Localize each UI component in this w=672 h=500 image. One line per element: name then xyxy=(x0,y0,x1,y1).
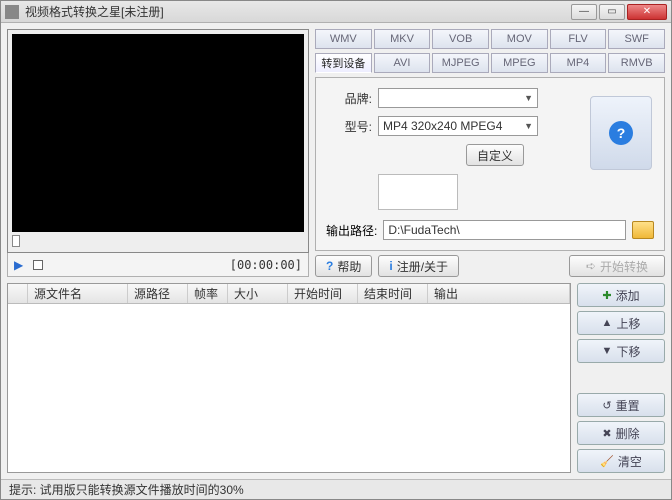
titlebar: 视频格式转换之星[未注册] — ▭ ✕ xyxy=(1,1,671,23)
close-button[interactable]: ✕ xyxy=(627,4,667,20)
video-preview xyxy=(12,34,304,232)
th-output[interactable]: 输出 xyxy=(428,284,570,303)
arrow-down-icon: ▼ xyxy=(602,345,613,357)
output-row: 输出路径: D:\FudaTech\ xyxy=(326,220,654,240)
tab-wmv[interactable]: WMV xyxy=(315,29,372,49)
play-icon[interactable]: ▶ xyxy=(14,258,23,272)
reset-button[interactable]: ↺重置 xyxy=(577,393,665,417)
table-body[interactable] xyxy=(8,304,570,472)
th-end[interactable]: 结束时间 xyxy=(358,284,428,303)
tab-vob[interactable]: VOB xyxy=(432,29,489,49)
th-filename[interactable]: 源文件名 xyxy=(28,284,128,303)
tab-mp4[interactable]: MP4 xyxy=(550,53,607,73)
preview-thumb-box xyxy=(378,174,458,210)
model-value: MP4 320x240 MPEG4 xyxy=(383,119,502,133)
delete-button[interactable]: ✖删除 xyxy=(577,421,665,445)
help-badge-icon: ? xyxy=(609,121,633,145)
maximize-button[interactable]: ▭ xyxy=(599,4,625,20)
tab-mpeg[interactable]: MPEG xyxy=(491,53,548,73)
table-header: 源文件名 源路径 帧率 大小 开始时间 结束时间 输出 xyxy=(8,284,570,304)
th-start[interactable]: 开始时间 xyxy=(288,284,358,303)
register-button[interactable]: i 注册/关于 xyxy=(378,255,459,277)
th-fps[interactable]: 帧率 xyxy=(188,284,228,303)
th-size[interactable]: 大小 xyxy=(228,284,288,303)
folder-icon[interactable] xyxy=(632,221,654,239)
help-icon: ? xyxy=(326,259,333,273)
upper-pane: ▶ [00:00:00] WMV MKV VOB MOV FLV SWF 转到设… xyxy=(7,29,665,277)
brand-label: 品牌: xyxy=(326,90,372,107)
play-bar: ▶ [00:00:00] xyxy=(7,253,309,277)
info-icon: i xyxy=(389,259,392,273)
status-text: 提示: 试用版只能转换源文件播放时间的30% xyxy=(9,481,244,498)
window-title: 视频格式转换之星[未注册] xyxy=(25,3,571,20)
action-row: ? 帮助 i 注册/关于 ➪ 开始转换 xyxy=(315,255,665,277)
output-label: 输出路径: xyxy=(326,222,377,239)
settings-pane: WMV MKV VOB MOV FLV SWF 转到设备 AVI MJPEG M… xyxy=(315,29,665,277)
start-convert-button[interactable]: ➪ 开始转换 xyxy=(569,255,665,277)
app-icon xyxy=(5,5,19,19)
tab-mjpeg[interactable]: MJPEG xyxy=(432,53,489,73)
clear-icon: 🧹 xyxy=(600,455,614,468)
format-tabs-row2: 转到设备 AVI MJPEG MPEG MP4 RMVB xyxy=(315,53,665,73)
plus-icon: ✚ xyxy=(602,289,611,302)
brand-combo[interactable]: ▼ xyxy=(378,88,538,108)
add-button[interactable]: ✚添加 xyxy=(577,283,665,307)
tab-rmvb[interactable]: RMVB xyxy=(608,53,665,73)
minimize-button[interactable]: — xyxy=(571,4,597,20)
model-combo[interactable]: MP4 320x240 MPEG4 ▼ xyxy=(378,116,538,136)
custom-button[interactable]: 自定义 xyxy=(466,144,524,166)
tab-to-device[interactable]: 转到设备 xyxy=(315,53,372,73)
video-box xyxy=(7,29,309,253)
move-down-button[interactable]: ▼下移 xyxy=(577,339,665,363)
preview-pane: ▶ [00:00:00] xyxy=(7,29,309,277)
reset-icon: ↺ xyxy=(602,399,611,412)
settings-panel: ? 品牌: ▼ 型号: MP4 320x240 MPEG4 ▼ xyxy=(315,77,665,251)
chevron-down-icon: ▼ xyxy=(524,93,533,103)
th-srcpath[interactable]: 源路径 xyxy=(128,284,188,303)
seek-slider[interactable] xyxy=(12,234,304,248)
tab-mkv[interactable]: MKV xyxy=(374,29,431,49)
th-checkbox[interactable] xyxy=(8,284,28,303)
arrow-right-icon: ➪ xyxy=(586,259,596,273)
arrow-up-icon: ▲ xyxy=(602,317,613,329)
move-up-button[interactable]: ▲上移 xyxy=(577,311,665,335)
model-label: 型号: xyxy=(326,118,372,135)
tab-flv[interactable]: FLV xyxy=(550,29,607,49)
stop-icon[interactable] xyxy=(33,260,43,270)
output-path[interactable]: D:\FudaTech\ xyxy=(383,220,626,240)
chevron-down-icon: ▼ xyxy=(524,121,533,131)
delete-icon: ✖ xyxy=(602,427,611,440)
seek-thumb[interactable] xyxy=(12,235,20,247)
clear-button[interactable]: 🧹清空 xyxy=(577,449,665,473)
lower-pane: 源文件名 源路径 帧率 大小 开始时间 结束时间 输出 ✚添加 ▲上移 ▼下移 … xyxy=(7,283,665,473)
window-controls: — ▭ ✕ xyxy=(571,4,667,20)
content: ▶ [00:00:00] WMV MKV VOB MOV FLV SWF 转到设… xyxy=(1,23,671,479)
tab-mov[interactable]: MOV xyxy=(491,29,548,49)
file-table: 源文件名 源路径 帧率 大小 开始时间 结束时间 输出 xyxy=(7,283,571,473)
tab-swf[interactable]: SWF xyxy=(608,29,665,49)
help-button[interactable]: ? 帮助 xyxy=(315,255,372,277)
status-bar: 提示: 试用版只能转换源文件播放时间的30% xyxy=(1,479,671,499)
tab-avi[interactable]: AVI xyxy=(374,53,431,73)
app-window: 视频格式转换之星[未注册] — ▭ ✕ ▶ [00:00:00] xyxy=(0,0,672,500)
timecode: [00:00:00] xyxy=(230,258,302,272)
device-image: ? xyxy=(590,96,652,170)
side-buttons: ✚添加 ▲上移 ▼下移 ↺重置 ✖删除 🧹清空 xyxy=(577,283,665,473)
format-tabs-row1: WMV MKV VOB MOV FLV SWF xyxy=(315,29,665,49)
